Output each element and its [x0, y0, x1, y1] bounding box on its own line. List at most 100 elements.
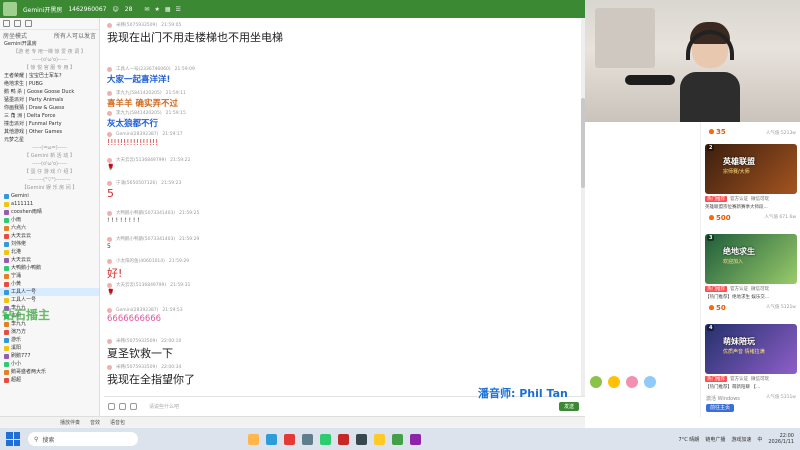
sidebar-item[interactable]: 宁涌 [0, 272, 99, 280]
tray-accelerator[interactable]: 游戏加速 [731, 436, 751, 443]
gift-icon[interactable] [119, 403, 126, 410]
sidebar-item[interactable]: Gemini开黑房 [0, 40, 99, 48]
accompaniment-button[interactable]: 播放伴奏 [60, 419, 80, 426]
message-user[interactable]: 小太阳的鱼(40601014) [116, 258, 165, 264]
message-user[interactable]: 工具人一号(2336746060) [116, 66, 171, 72]
clock[interactable]: 22:00 2026/1/11 [768, 433, 794, 445]
message-user[interactable]: 宁涌(5650507126) [116, 180, 157, 186]
gift-2-icon[interactable] [608, 376, 620, 388]
sidebar-item[interactable]: a111111 [0, 200, 99, 208]
weather-text[interactable]: 7°C 晴朗 [679, 436, 700, 443]
taskbar-app-music-icon[interactable] [338, 433, 349, 445]
sidebar-item[interactable]: 北港 [0, 248, 99, 256]
message-user[interactable]: Gemini(28392387) [116, 132, 158, 137]
sidebar-item[interactable]: 溪阳 [0, 344, 99, 352]
sidebar-item[interactable]: 大天云云 [0, 256, 99, 264]
taskbar-app-video-icon[interactable] [284, 433, 295, 445]
message-user[interactable]: Gemini(28392387) [116, 308, 158, 313]
emoji-icon[interactable] [108, 403, 115, 410]
language-indicator[interactable]: 中 [757, 436, 762, 443]
message-user[interactable]: 大鸭鹅小鸭鹅(5073341403) [116, 236, 175, 242]
sidebar-item[interactable]: cooshen雨晴 [0, 208, 99, 216]
tray-broadcast[interactable]: 链电广播 [705, 436, 725, 443]
chat-input[interactable]: 请说些什么吧 [149, 403, 179, 410]
card-description[interactable]: 【热门推荐】绝地求生 娱乐交... [705, 294, 797, 300]
settings-icon[interactable] [25, 20, 32, 27]
gift-4-icon[interactable] [644, 376, 656, 388]
sidebar-item[interactable]: 工具人一号 [0, 296, 99, 304]
recommendation-card[interactable]: 2 英雄联盟 宗师赛/大师 [705, 144, 797, 194]
sidebar-item[interactable]: 超超 [0, 376, 99, 384]
chat-area: 米韩(5075933509) 21:59:05 我现在出门不用走楼梯也不用坐电梯 工具… [104, 18, 585, 396]
sidebar-section-header[interactable]: -----(o'ω'o)----- [0, 56, 99, 64]
message-user[interactable]: 李九九(5841420205) [116, 110, 162, 116]
sound-effect-button[interactable]: 音效 [90, 419, 100, 426]
sidebar-section-header[interactable]: 【 Gemini 新 活 动 】 [0, 152, 99, 160]
sidebar-item[interactable]: 小雨 [0, 216, 99, 224]
gift-3-icon[interactable] [626, 376, 638, 388]
taskbar-app-yy-icon[interactable] [392, 433, 403, 445]
location-icon[interactable] [14, 20, 21, 27]
speak-permission[interactable]: 所有人可以发言 [54, 31, 96, 40]
sidebar-item[interactable]: 小黄 [0, 280, 99, 288]
sidebar-section-header[interactable]: 【 蛋 仔 游 戏 介 绍 】 [0, 168, 99, 176]
sidebar-item[interactable]: 撞击派对 | Funmal Party [0, 120, 99, 128]
recommendation-card[interactable]: 4 萌妹陪玩 优质声音 情绪拉满 [705, 324, 797, 374]
star-icon[interactable]: ★ [154, 6, 159, 13]
sidebar-item[interactable]: 大天云云 [0, 232, 99, 240]
send-button[interactable]: 发送 [558, 402, 579, 411]
grid-icon[interactable]: ▦ [165, 6, 171, 13]
sidebar-section-header[interactable]: -----(o'ω'o)----- [0, 160, 99, 168]
voice-pack-button[interactable]: 语音包 [110, 419, 125, 426]
start-button-icon[interactable] [6, 432, 20, 446]
taskbar-app-explorer-icon[interactable] [248, 433, 259, 445]
taskbar-app-steam-icon[interactable] [356, 433, 367, 445]
card-description[interactable]: 【热门推荐】萌新陪聊 【... [705, 384, 797, 390]
sidebar-item[interactable]: 演乃方 [0, 328, 99, 336]
sidebar-item[interactable]: 鹅哥盛者两大乐 [0, 368, 99, 376]
channel-avatar[interactable] [3, 2, 17, 16]
sidebar-item[interactable]: 工具人一号 [0, 288, 99, 296]
sidebar-section-header[interactable]: -----(=ω=)----- [0, 144, 99, 152]
sidebar-item[interactable]: 三 角 洲 | Delta Force [0, 112, 99, 120]
copy-icon[interactable] [3, 20, 10, 27]
card-description[interactable]: 英雄联盟宗位赛新赛季大师段... [705, 204, 797, 210]
sidebar-item[interactable]: 刘伟佬 [0, 240, 99, 248]
sidebar-item[interactable]: 小小 [0, 360, 99, 368]
taskbar-app-doc-icon[interactable] [302, 433, 313, 445]
taskbar-app-chrome-icon[interactable] [374, 433, 385, 445]
sidebar-item[interactable]: 猛墨派对 | Party Animals [0, 96, 99, 104]
message-user[interactable]: 米韩(5075933509) [116, 338, 157, 344]
homepage-button[interactable]: 前往主页 [706, 404, 735, 412]
sidebar-item[interactable]: 游乐 [0, 336, 99, 344]
message-user[interactable]: 大鸭鹅小鸭鹅(5073341403) [116, 210, 175, 216]
message-user[interactable]: 大天云云(5136849799) [116, 157, 166, 163]
sidebar-item[interactable]: 王者荣耀 | 宝宝巴士军车? [0, 72, 99, 80]
gift-1-icon[interactable] [590, 376, 602, 388]
sidebar-section-header[interactable]: 【Gemini 娱 乐 房 间 】 [0, 184, 99, 192]
sidebar-item[interactable]: 六点六 [0, 224, 99, 232]
sidebar-item[interactable]: 其他游戏 | Other Games [0, 128, 99, 136]
taskbar-app-edge-icon[interactable] [266, 433, 277, 445]
message-user[interactable]: 大天云云(5136849799) [116, 282, 166, 288]
taskbar-app-obs-icon[interactable] [410, 433, 421, 445]
image-icon[interactable] [130, 403, 137, 410]
sidebar-item[interactable]: 绝地求生 | PUBG [0, 80, 99, 88]
message-user[interactable]: 李九九(5841420205) [116, 90, 162, 96]
sidebar-item[interactable]: 大鸭鹅小鸭鹅 [0, 264, 99, 272]
sidebar-item[interactable]: 鹅 鸭 杀 | Goose Goose Duck [0, 88, 99, 96]
sidebar-section-header[interactable]: 【 惊 悦 官 服 专 用 】 [0, 64, 99, 72]
message-user[interactable]: 米韩(5075933509) [116, 22, 157, 28]
share-icon[interactable]: ✉ [144, 6, 149, 13]
sidebar-section-header[interactable]: 【游 老 专 用一梯 惊 爱 夜 调 】 [0, 48, 99, 56]
sidebar-item[interactable]: 你画我猜 | Draw & Guess [0, 104, 99, 112]
menu-icon[interactable]: ☰ [176, 6, 181, 13]
sidebar-item[interactable]: Gemini [0, 192, 99, 200]
message-user[interactable]: 米韩(5075933509) [116, 364, 157, 370]
sidebar-section-header[interactable]: --------(°▽°)-------- [0, 176, 99, 184]
sidebar-item[interactable]: 元梦之星 [0, 136, 99, 144]
taskbar-app-wechat-icon[interactable] [320, 433, 331, 445]
recommendation-card[interactable]: 3 绝地求生 欢迎加入 [705, 234, 797, 284]
sidebar-item[interactable]: 刷鹅777 [0, 352, 99, 360]
taskbar-search[interactable]: ⚲ 搜索 [28, 432, 138, 446]
